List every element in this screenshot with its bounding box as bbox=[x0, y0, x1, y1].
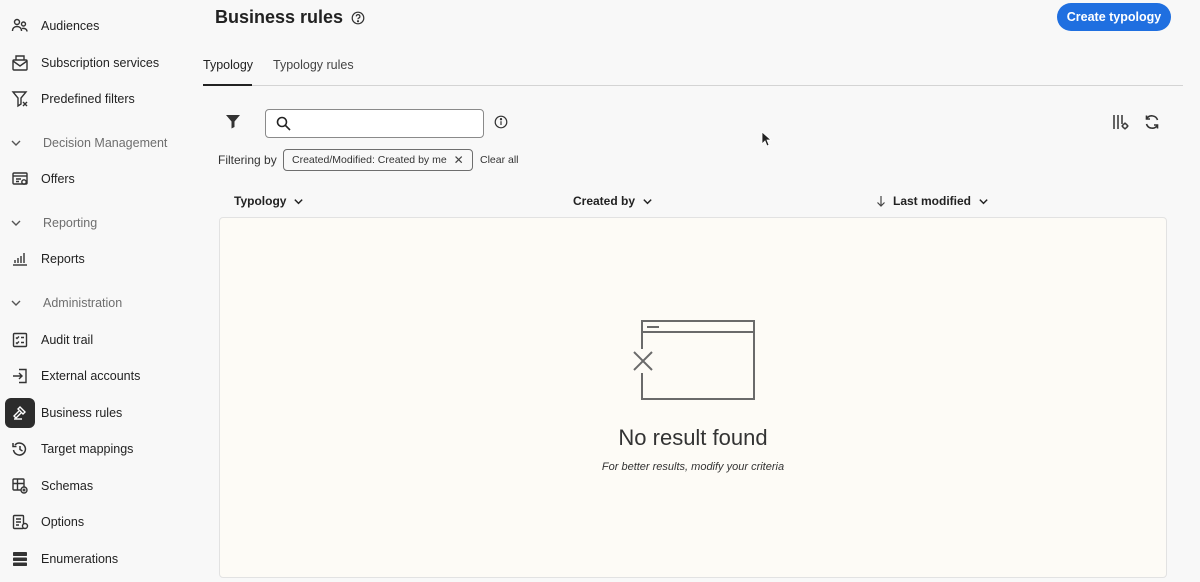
section-label: Administration bbox=[43, 296, 123, 310]
filter-icon bbox=[5, 84, 35, 114]
sidebar-item-offers[interactable]: Offers bbox=[5, 164, 190, 194]
sidebar-item-reports[interactable]: Reports bbox=[5, 244, 190, 274]
offers-icon bbox=[5, 164, 35, 194]
enumerations-icon bbox=[5, 544, 35, 574]
column-header-created-by[interactable]: Created by bbox=[573, 194, 653, 208]
chevron-down-icon bbox=[10, 297, 28, 309]
empty-state-title: No result found bbox=[618, 425, 768, 450]
tab-typology[interactable]: Typology bbox=[203, 48, 253, 86]
schemas-icon bbox=[5, 471, 35, 501]
audiences-icon bbox=[5, 11, 35, 41]
sidebar-item-subscription-services[interactable]: Subscription services bbox=[5, 48, 190, 78]
chevron-down-icon bbox=[978, 196, 989, 207]
section-label: Decision Management bbox=[43, 136, 168, 150]
column-header-last-modified[interactable]: Last modified bbox=[876, 194, 989, 208]
external-accounts-icon bbox=[5, 361, 35, 391]
search-field[interactable] bbox=[265, 109, 484, 138]
empty-state-subtitle: For better results, modify your criteria bbox=[601, 461, 785, 473]
section-administration[interactable]: Administration bbox=[10, 291, 122, 315]
sidebar-item-label: Offers bbox=[41, 172, 75, 186]
section-decision-management[interactable]: Decision Management bbox=[10, 131, 167, 155]
close-icon[interactable]: ✕ bbox=[454, 153, 464, 167]
filter-chip[interactable]: Created/Modified: Created by me ✕ bbox=[283, 149, 473, 171]
target-mappings-icon bbox=[5, 434, 35, 464]
sidebar-item-label: Enumerations bbox=[41, 552, 119, 566]
sidebar-item-target-mappings[interactable]: Target mappings bbox=[5, 434, 190, 464]
sort-descending-icon bbox=[876, 195, 886, 207]
chevron-down-icon bbox=[293, 196, 304, 207]
section-reporting[interactable]: Reporting bbox=[10, 211, 97, 235]
audit-trail-icon bbox=[5, 325, 35, 355]
refresh-icon[interactable] bbox=[1143, 113, 1161, 131]
business-rules-icon bbox=[5, 398, 35, 428]
column-header-label: Last modified bbox=[893, 194, 972, 208]
sidebar-item-schemas[interactable]: Schemas bbox=[5, 471, 190, 501]
sidebar-item-label: Options bbox=[41, 515, 85, 529]
search-input[interactable] bbox=[297, 116, 477, 131]
chevron-down-icon bbox=[10, 217, 28, 229]
no-results-illustration-icon bbox=[631, 320, 757, 402]
tab-bar: Typology Typology rules bbox=[203, 48, 1183, 86]
sidebar-item-predefined-filters[interactable]: Predefined filters bbox=[5, 84, 190, 114]
sidebar-item-label: Target mappings bbox=[41, 442, 134, 456]
chevron-down-icon bbox=[10, 137, 28, 149]
sidebar-item-label: Subscription services bbox=[41, 56, 160, 70]
options-icon bbox=[5, 507, 35, 537]
sidebar-item-audiences[interactable]: Audiences bbox=[5, 11, 190, 41]
sidebar-item-label: External accounts bbox=[41, 369, 141, 383]
filter-icon[interactable] bbox=[225, 113, 241, 129]
sidebar-item-options[interactable]: Options bbox=[5, 507, 190, 537]
tab-typology-rules[interactable]: Typology rules bbox=[273, 48, 354, 86]
column-header-label: Created by bbox=[573, 194, 636, 208]
column-settings-icon[interactable] bbox=[1112, 113, 1130, 131]
create-typology-button[interactable]: Create typology bbox=[1057, 3, 1171, 31]
sidebar-item-business-rules[interactable]: Business rules bbox=[5, 398, 190, 428]
sidebar: Audiences Subscription services Predefin… bbox=[0, 0, 195, 582]
page-title: Business rules bbox=[215, 7, 365, 28]
filtering-by-label: Filtering by bbox=[218, 153, 277, 167]
clear-all-link[interactable]: Clear all bbox=[480, 154, 519, 166]
column-header-label: Typology bbox=[234, 194, 287, 208]
subscription-icon bbox=[5, 48, 35, 78]
sidebar-item-external-accounts[interactable]: External accounts bbox=[5, 361, 190, 391]
sidebar-item-label: Schemas bbox=[41, 479, 94, 493]
mouse-cursor-icon bbox=[761, 131, 772, 147]
search-icon bbox=[276, 116, 291, 131]
chevron-down-icon bbox=[642, 196, 653, 207]
reports-icon bbox=[5, 244, 35, 274]
results-panel: No result found For better results, modi… bbox=[219, 217, 1167, 578]
section-label: Reporting bbox=[43, 216, 98, 230]
sidebar-item-label: Reports bbox=[41, 252, 85, 266]
sidebar-item-label: Audit trail bbox=[41, 333, 94, 347]
sidebar-item-enumerations[interactable]: Enumerations bbox=[5, 544, 190, 574]
info-icon[interactable] bbox=[494, 115, 508, 129]
sidebar-item-audit-trail[interactable]: Audit trail bbox=[5, 325, 190, 355]
sidebar-item-label: Audiences bbox=[41, 19, 100, 33]
sidebar-item-label: Predefined filters bbox=[41, 92, 135, 106]
sidebar-item-label: Business rules bbox=[41, 406, 123, 420]
column-header-typology[interactable]: Typology bbox=[234, 194, 304, 208]
help-icon[interactable] bbox=[351, 11, 365, 25]
filter-chip-label: Created/Modified: Created by me bbox=[292, 154, 447, 166]
page-title-text: Business rules bbox=[215, 7, 344, 27]
